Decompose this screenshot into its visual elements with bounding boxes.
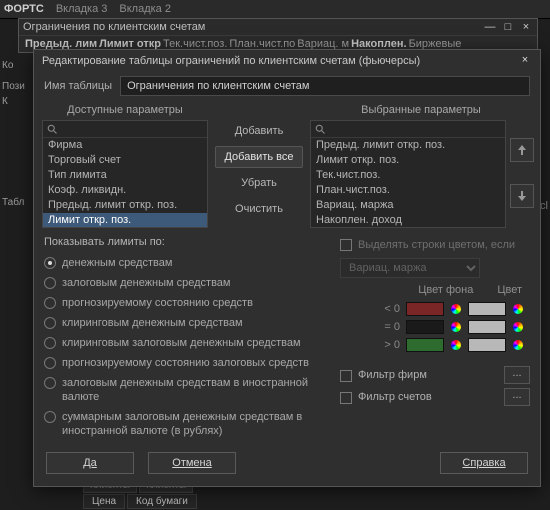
- selected-params-list[interactable]: Предыд. лимит откр. поз. Лимит откр. поз…: [310, 120, 506, 228]
- fg-swatch[interactable]: [468, 320, 506, 334]
- available-params-header: Доступные параметры: [42, 104, 208, 118]
- limits-option[interactable]: прогнозируемому состоянию залоговых сред…: [44, 354, 324, 372]
- color-col-bg: Цвет фона: [418, 284, 473, 296]
- add-all-button[interactable]: Добавить все: [215, 146, 303, 168]
- selected-search-input[interactable]: [326, 122, 502, 136]
- maximize-icon[interactable]: □: [501, 21, 515, 33]
- filter-firm-label: Фильтр фирм: [358, 369, 498, 381]
- limits-group-label: Показывать лимиты по:: [44, 236, 324, 248]
- color-picker-icon[interactable]: [512, 303, 524, 315]
- close-icon[interactable]: ×: [519, 21, 533, 33]
- move-down-button[interactable]: [510, 184, 534, 208]
- list-item[interactable]: Накоплен. доход: [311, 213, 505, 227]
- available-params-list[interactable]: Фирма Торговый счет Тип лимита Коэф. лик…: [42, 120, 208, 228]
- list-item[interactable]: Коэф. ликвидн.: [43, 183, 207, 198]
- color-picker-icon[interactable]: [512, 339, 524, 351]
- bg-swatch[interactable]: [406, 320, 444, 334]
- color-row-lt: < 0: [340, 302, 530, 316]
- fg-swatch[interactable]: [468, 338, 506, 352]
- limits-option[interactable]: залоговым денежным средствам в иностранн…: [44, 374, 324, 406]
- available-search-input[interactable]: [58, 122, 204, 136]
- color-picker-icon[interactable]: [450, 321, 462, 333]
- color-picker-icon[interactable]: [512, 321, 524, 333]
- list-item[interactable]: План.чист.поз.: [311, 183, 505, 198]
- filter-acct-toggle[interactable]: [340, 392, 352, 404]
- limits-option[interactable]: залоговым денежным средствам: [44, 274, 324, 292]
- filter-firm-toggle[interactable]: [340, 370, 352, 382]
- help-button[interactable]: Справка: [440, 452, 528, 474]
- edit-table-dialog: Редактирование таблицы ограничений по кл…: [33, 49, 541, 487]
- bg-swatch[interactable]: [406, 302, 444, 316]
- filter-acct-label: Фильтр счетов: [358, 391, 498, 403]
- limits-subwindow: Ограничения по клиентским счетам — □ × П…: [18, 18, 538, 53]
- list-item[interactable]: Предыд. лимит откр. поз.: [311, 138, 505, 153]
- list-item[interactable]: Лимит откр. поз.: [311, 153, 505, 168]
- color-row-eq: = 0: [340, 320, 530, 334]
- subwindow-title: Ограничения по клиентским счетам: [23, 21, 205, 33]
- main-tab[interactable]: Вкладка 3: [56, 3, 108, 15]
- list-item[interactable]: Тек.чист.поз.: [311, 168, 505, 183]
- color-picker-icon[interactable]: [450, 303, 462, 315]
- color-picker-icon[interactable]: [450, 339, 462, 351]
- selected-params-header: Выбранные параметры: [310, 104, 532, 118]
- ok-button[interactable]: Да: [46, 452, 134, 474]
- highlight-field-select: Вариац. маржа: [340, 258, 480, 278]
- main-tab[interactable]: Вкладка 2: [119, 3, 171, 15]
- main-tab[interactable]: ФОРТС: [4, 3, 44, 15]
- minimize-icon[interactable]: —: [483, 21, 497, 33]
- limits-option[interactable]: клиринговым залоговым денежным средствам: [44, 334, 324, 352]
- color-col-fg: Цвет: [497, 284, 522, 296]
- search-icon: [46, 123, 58, 135]
- limits-option[interactable]: денежным средствам: [44, 254, 324, 272]
- list-item[interactable]: Лимит откр. поз.: [43, 213, 207, 227]
- clear-button[interactable]: Очистить: [215, 198, 303, 220]
- list-item[interactable]: Вариац. маржа: [311, 198, 505, 213]
- filter-firm-browse-button[interactable]: ...: [504, 366, 530, 384]
- arrow-up-icon: [517, 144, 527, 156]
- list-item[interactable]: Предыд. лимит откр. поз.: [43, 198, 207, 213]
- list-item[interactable]: Тип лимита: [43, 168, 207, 183]
- fg-swatch[interactable]: [468, 302, 506, 316]
- bg-swatch[interactable]: [406, 338, 444, 352]
- limits-option[interactable]: клиринговым денежным средствам: [44, 314, 324, 332]
- add-button[interactable]: Добавить: [215, 120, 303, 142]
- arrow-down-icon: [517, 190, 527, 202]
- cancel-button[interactable]: Отмена: [148, 452, 236, 474]
- move-up-button[interactable]: [510, 138, 534, 162]
- table-name-input[interactable]: [120, 76, 530, 96]
- list-item[interactable]: Фирма: [43, 138, 207, 153]
- filter-acct-browse-button[interactable]: ...: [504, 388, 530, 406]
- close-icon[interactable]: ×: [518, 54, 532, 68]
- table-name-label: Имя таблицы: [44, 80, 112, 92]
- remove-button[interactable]: Убрать: [215, 172, 303, 194]
- app-main-tabs: ФОРТС Вкладка 3 Вкладка 2: [0, 0, 550, 19]
- list-item[interactable]: Торговый счет: [43, 153, 207, 168]
- limits-option[interactable]: суммарным залоговым денежным средствам в…: [44, 408, 324, 440]
- color-row-gt: > 0: [340, 338, 530, 352]
- search-icon: [314, 123, 326, 135]
- side-fragments: Ко Пози К Табл: [0, 56, 18, 212]
- dialog-title: Редактирование таблицы ограничений по кл…: [42, 55, 420, 67]
- limits-option[interactable]: прогнозируемому состоянию средств: [44, 294, 324, 312]
- highlight-rows-toggle[interactable]: Выделять строки цветом, если: [340, 236, 530, 254]
